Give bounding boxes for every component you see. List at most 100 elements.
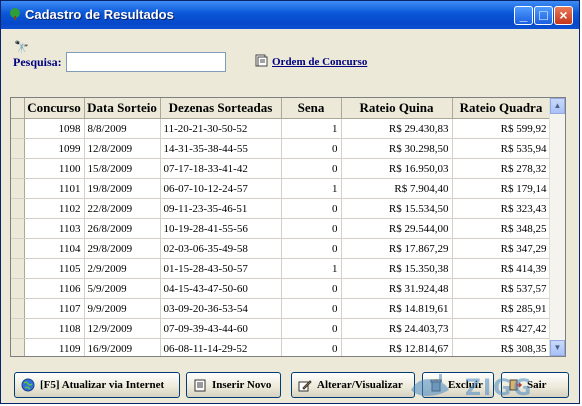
table-row[interactable]: 1100 15/8/2009 07-17-18-33-41-42 0 R$ 16.950… xyxy=(11,158,551,179)
cell-data-sorteio[interactable]: 16/9/2009 xyxy=(84,338,161,356)
cell-data-sorteio[interactable]: 12/9/2009 xyxy=(84,318,161,339)
column-header-rateio-quadra[interactable]: Rateio Quadra xyxy=(452,98,551,119)
row-selector[interactable] xyxy=(11,238,25,259)
cell-rateio-quina[interactable]: R$ 15.534,50 xyxy=(341,198,453,219)
column-header-sena[interactable]: Sena xyxy=(281,98,342,119)
cell-concurso[interactable]: 1101 xyxy=(24,178,85,199)
cell-dezenas[interactable]: 11-20-21-30-50-52 xyxy=(160,118,282,139)
row-selector[interactable] xyxy=(11,198,25,219)
cell-data-sorteio[interactable]: 8/8/2009 xyxy=(84,118,161,139)
cell-dezenas[interactable]: 04-15-43-47-50-60 xyxy=(160,278,282,299)
cell-data-sorteio[interactable]: 15/8/2009 xyxy=(84,158,161,179)
table-row[interactable]: 1103 26/8/2009 10-19-28-41-55-56 0 R$ 29.544… xyxy=(11,218,551,239)
cell-data-sorteio[interactable]: 12/8/2009 xyxy=(84,138,161,159)
column-header-concurso[interactable]: Concurso xyxy=(24,98,85,119)
cell-rateio-quina[interactable]: R$ 29.544,00 xyxy=(341,218,453,239)
cell-data-sorteio[interactable]: 22/8/2009 xyxy=(84,198,161,219)
cell-sena[interactable]: 0 xyxy=(281,198,342,219)
cell-rateio-quina[interactable]: R$ 17.867,29 xyxy=(341,238,453,259)
cell-rateio-quina[interactable]: R$ 7.904,40 xyxy=(341,178,453,199)
table-row[interactable]: 1109 16/9/2009 06-08-11-14-29-52 0 R$ 12.814… xyxy=(11,338,551,356)
table-row[interactable]: 1102 22/8/2009 09-11-23-35-46-51 0 R$ 15.534… xyxy=(11,198,551,219)
minimize-button[interactable]: _ xyxy=(514,6,533,25)
scroll-up-button[interactable]: ▲ xyxy=(550,98,565,114)
table-row[interactable]: 1104 29/8/2009 02-03-06-35-49-58 0 R$ 17.867… xyxy=(11,238,551,259)
table-row[interactable]: 1106 5/9/2009 04-15-43-47-50-60 0 R$ 31.924,… xyxy=(11,278,551,299)
cell-data-sorteio[interactable]: 2/9/2009 xyxy=(84,258,161,279)
search-input[interactable] xyxy=(66,52,226,72)
row-selector[interactable] xyxy=(11,338,25,356)
cell-concurso[interactable]: 1098 xyxy=(24,118,85,139)
cell-rateio-quina[interactable]: R$ 30.298,50 xyxy=(341,138,453,159)
column-header-rateio-quina[interactable]: Rateio Quina xyxy=(341,98,453,119)
cell-dezenas[interactable]: 01-15-28-43-50-57 xyxy=(160,258,282,279)
cell-data-sorteio[interactable]: 5/9/2009 xyxy=(84,278,161,299)
cell-rateio-quadra[interactable]: R$ 285,91 xyxy=(452,298,551,319)
close-button[interactable]: × xyxy=(554,6,573,25)
cell-rateio-quadra[interactable]: R$ 535,94 xyxy=(452,138,551,159)
cell-rateio-quadra[interactable]: R$ 347,29 xyxy=(452,238,551,259)
row-selector[interactable] xyxy=(11,278,25,299)
cell-concurso[interactable]: 1109 xyxy=(24,338,85,356)
cell-rateio-quina[interactable]: R$ 14.819,61 xyxy=(341,298,453,319)
cell-rateio-quina[interactable]: R$ 15.350,38 xyxy=(341,258,453,279)
cell-sena[interactable]: 0 xyxy=(281,338,342,356)
cell-data-sorteio[interactable]: 9/9/2009 xyxy=(84,298,161,319)
cell-rateio-quina[interactable]: R$ 16.950,03 xyxy=(341,158,453,179)
cell-dezenas[interactable]: 02-03-06-35-49-58 xyxy=(160,238,282,259)
cell-concurso[interactable]: 1104 xyxy=(24,238,85,259)
vertical-scrollbar[interactable]: ▲ ▼ xyxy=(549,98,565,356)
cell-dezenas[interactable]: 03-09-20-36-53-54 xyxy=(160,298,282,319)
cell-concurso[interactable]: 1106 xyxy=(24,278,85,299)
cell-sena[interactable]: 0 xyxy=(281,318,342,339)
cell-dezenas[interactable]: 14-31-35-38-44-55 xyxy=(160,138,282,159)
title-bar[interactable]: Cadastro de Resultados _ □ × xyxy=(1,1,579,29)
cell-dezenas[interactable]: 06-07-10-12-24-57 xyxy=(160,178,282,199)
cell-rateio-quina[interactable]: R$ 12.814,67 xyxy=(341,338,453,356)
cell-concurso[interactable]: 1103 xyxy=(24,218,85,239)
cell-dezenas[interactable]: 07-09-39-43-44-60 xyxy=(160,318,282,339)
cell-sena[interactable]: 0 xyxy=(281,218,342,239)
cell-sena[interactable]: 1 xyxy=(281,258,342,279)
table-row[interactable]: 1108 12/9/2009 07-09-39-43-44-60 0 R$ 24.403… xyxy=(11,318,551,339)
column-header-dezenas[interactable]: Dezenas Sorteadas xyxy=(160,98,282,119)
update-internet-button[interactable]: [F5] Atualizar via Internet xyxy=(14,372,180,398)
maximize-button[interactable]: □ xyxy=(534,6,553,25)
cell-data-sorteio[interactable]: 26/8/2009 xyxy=(84,218,161,239)
cell-concurso[interactable]: 1107 xyxy=(24,298,85,319)
column-header-data-sorteio[interactable]: Data Sorteio xyxy=(84,98,161,119)
cell-rateio-quadra[interactable]: R$ 348,25 xyxy=(452,218,551,239)
cell-data-sorteio[interactable]: 19/8/2009 xyxy=(84,178,161,199)
row-selector[interactable] xyxy=(11,258,25,279)
table-row[interactable]: 1105 2/9/2009 01-15-28-43-50-57 1 R$ 15.350,… xyxy=(11,258,551,279)
insert-new-button[interactable]: Inserir Novo xyxy=(186,372,281,398)
table-row[interactable]: 1101 19/8/2009 06-07-10-12-24-57 1 R$ 7.904,… xyxy=(11,178,551,199)
row-selector[interactable] xyxy=(11,158,25,179)
cell-sena[interactable]: 1 xyxy=(281,178,342,199)
cell-rateio-quadra[interactable]: R$ 537,57 xyxy=(452,278,551,299)
cell-dezenas[interactable]: 10-19-28-41-55-56 xyxy=(160,218,282,239)
cell-rateio-quadra[interactable]: R$ 278,32 xyxy=(452,158,551,179)
row-selector[interactable] xyxy=(11,298,25,319)
cell-rateio-quina[interactable]: R$ 31.924,48 xyxy=(341,278,453,299)
cell-rateio-quadra[interactable]: R$ 414,39 xyxy=(452,258,551,279)
order-by-concurso-link[interactable]: Ordem de Concurso xyxy=(272,56,367,68)
cell-sena[interactable]: 0 xyxy=(281,238,342,259)
table-row[interactable]: 1099 12/8/2009 14-31-35-38-44-55 0 R$ 30.298… xyxy=(11,138,551,159)
cell-dezenas[interactable]: 09-11-23-35-46-51 xyxy=(160,198,282,219)
cell-rateio-quadra[interactable]: R$ 427,42 xyxy=(452,318,551,339)
scroll-down-button[interactable]: ▼ xyxy=(550,340,565,356)
table-row[interactable]: 1107 9/9/2009 03-09-20-36-53-54 0 R$ 14.819,… xyxy=(11,298,551,319)
cell-sena[interactable]: 0 xyxy=(281,298,342,319)
row-selector[interactable] xyxy=(11,318,25,339)
cell-sena[interactable]: 0 xyxy=(281,158,342,179)
cell-sena[interactable]: 0 xyxy=(281,278,342,299)
cell-concurso[interactable]: 1108 xyxy=(24,318,85,339)
cell-concurso[interactable]: 1102 xyxy=(24,198,85,219)
cell-dezenas[interactable]: 07-17-18-33-41-42 xyxy=(160,158,282,179)
results-grid[interactable]: Concurso Data Sorteio Dezenas Sorteadas … xyxy=(10,97,566,357)
cell-concurso[interactable]: 1100 xyxy=(24,158,85,179)
edit-view-button[interactable]: Alterar/Visualizar xyxy=(291,372,415,398)
cell-dezenas[interactable]: 06-08-11-14-29-52 xyxy=(160,338,282,356)
row-selector[interactable] xyxy=(11,118,25,139)
